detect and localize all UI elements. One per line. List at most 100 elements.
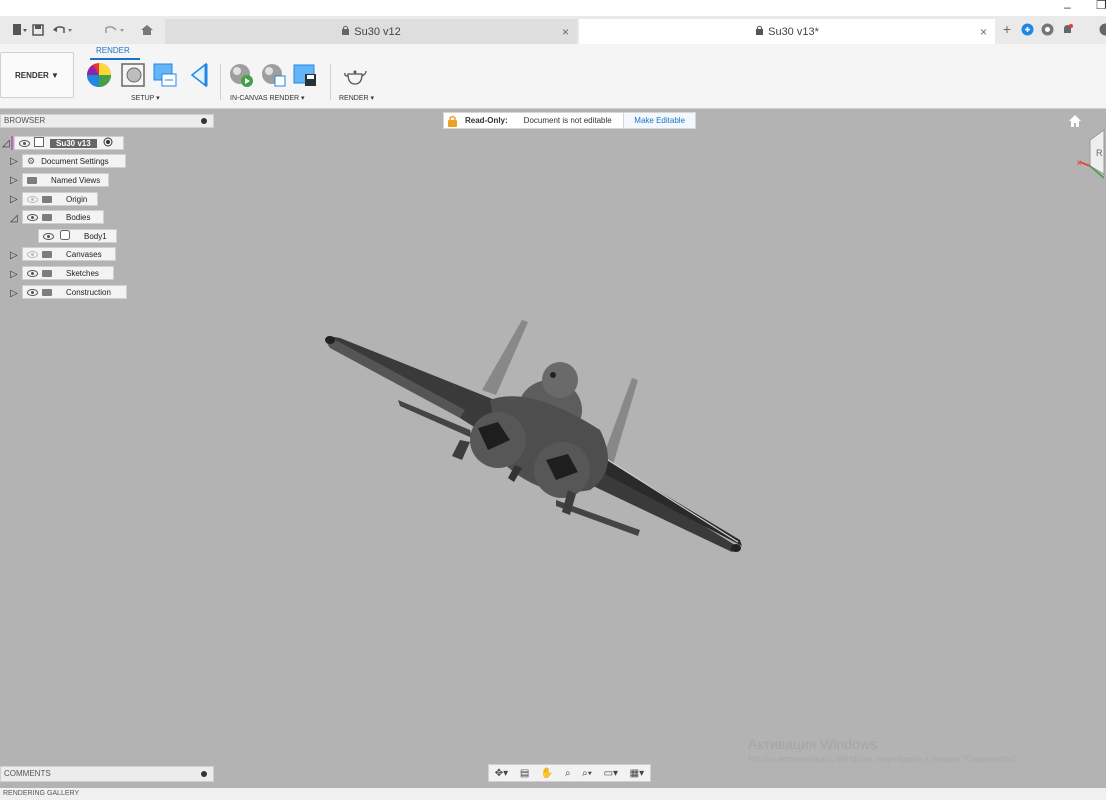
folder-icon (42, 250, 52, 258)
restore-icon[interactable]: ❐ (1096, 0, 1106, 12)
title-bar: – ❐ (0, 0, 1106, 16)
collapsed-triangle-icon[interactable]: ▷ (10, 289, 20, 299)
tree-node-named-views[interactable]: Named Views (22, 173, 109, 187)
node-label: Document Settings (41, 156, 109, 166)
zoom-icon[interactable]: ⌕ (565, 768, 571, 779)
eye-hidden-icon[interactable] (26, 195, 38, 203)
tab-su30-v12[interactable]: Su30 v12 × (165, 19, 577, 44)
save-button[interactable] (32, 22, 44, 38)
collapsed-triangle-icon[interactable]: ▷ (10, 251, 20, 261)
setup-group-label[interactable]: SETUP ▾ (131, 94, 160, 102)
node-label: Named Views (51, 175, 101, 185)
tree-node-canvases[interactable]: Canvases (22, 247, 116, 261)
eye-icon[interactable] (26, 288, 38, 296)
redo-button[interactable] (104, 22, 126, 38)
lock-icon (755, 25, 764, 38)
file-icon (13, 24, 27, 35)
collapse-dot-icon[interactable] (201, 118, 207, 124)
close-tab-icon[interactable]: × (980, 25, 987, 39)
undo-button[interactable] (52, 22, 74, 38)
su30-aircraft-model[interactable] (300, 300, 770, 580)
node-label: Canvases (66, 249, 102, 259)
tab-render[interactable]: RENDER (96, 46, 130, 55)
tree-node-origin[interactable]: Origin (22, 192, 98, 206)
tree-expand-document-settings[interactable]: ▷ (10, 155, 20, 169)
activate-radio-icon[interactable] (103, 137, 113, 149)
comments-panel-header[interactable]: COMMENTS (0, 766, 214, 782)
tree-expand-origin[interactable]: ▷ (10, 193, 20, 207)
job-status-icon[interactable] (1040, 22, 1054, 36)
node-label: Sketches (66, 268, 99, 278)
help-icon[interactable] (1098, 22, 1106, 36)
eye-hidden-icon[interactable] (26, 250, 38, 258)
capture-image-icon[interactable] (292, 62, 318, 88)
in-canvas-settings-icon[interactable] (260, 62, 286, 88)
browser-panel-header[interactable]: BROWSER (0, 114, 214, 128)
pan-hand-icon[interactable]: ✋ (541, 768, 553, 779)
left-vertical-stabilizer (482, 320, 528, 395)
texture-map-icon[interactable] (152, 62, 178, 88)
redo-icon (105, 26, 124, 33)
in-canvas-render-group-label[interactable]: IN-CANVAS RENDER ▾ (230, 94, 305, 102)
appearance-icon[interactable] (86, 62, 112, 88)
folder-icon (27, 176, 37, 184)
gear-icon: ⚙ (27, 155, 36, 166)
display-settings-icon[interactable]: ▭▾ (604, 768, 618, 779)
tree-expand-canvases[interactable]: ▷ (10, 249, 20, 263)
read-only-bar: Read-Only: Document is not editable Make… (443, 112, 696, 129)
view-cube[interactable]: R x (1076, 128, 1106, 191)
render-group-label[interactable]: RENDER ▾ (339, 94, 374, 102)
tree-expand-construction[interactable]: ▷ (10, 287, 20, 301)
node-label: Construction (66, 287, 111, 297)
tree-node-body1[interactable]: Body1 (38, 229, 117, 243)
orbit-icon[interactable]: ✥▾ (495, 768, 508, 779)
tree-node-construction[interactable]: Construction (22, 285, 127, 299)
workspace-switcher[interactable]: RENDER ▼ (0, 52, 74, 98)
teapot-render-icon[interactable] (342, 62, 368, 88)
eye-icon[interactable] (18, 139, 30, 147)
new-tab-button[interactable]: + (1000, 21, 1014, 37)
tree-expand-bodies[interactable]: ◿ (10, 212, 20, 226)
tree-expand-named-views[interactable]: ▷ (10, 174, 20, 188)
grid-settings-icon[interactable]: ▦▾ (630, 768, 644, 779)
zoom-window-icon[interactable]: ⌕▾ (582, 768, 592, 779)
browser-title: BROWSER (4, 116, 46, 125)
file-menu-button[interactable] (12, 22, 28, 38)
cockpit-canopy (542, 362, 578, 398)
rendering-gallery-bar[interactable]: RENDERING GALLERY (0, 788, 1106, 800)
tree-expand-sketches[interactable]: ▷ (10, 268, 20, 282)
expanded-triangle-icon[interactable]: ◿ (10, 214, 20, 224)
eye-icon[interactable] (42, 232, 54, 240)
collapsed-triangle-icon[interactable]: ▷ (10, 176, 20, 186)
lock-icon (341, 25, 350, 38)
tab-su30-v13[interactable]: Su30 v13* × (579, 19, 995, 44)
comments-title: COMMENTS (4, 769, 51, 778)
root-label: Su30 v13 (50, 138, 97, 148)
scene-settings-icon[interactable] (120, 62, 146, 88)
left-wing-edge (326, 336, 465, 418)
rendering-gallery-title: RENDERING GALLERY (3, 790, 80, 797)
collapsed-triangle-icon[interactable]: ▷ (10, 157, 20, 167)
windows-activation-subtitle: Чтобы активировать Windows, перейдите в … (748, 754, 1020, 764)
lock-icon (447, 115, 459, 127)
close-tab-icon[interactable]: × (562, 25, 569, 39)
tree-node-bodies[interactable]: Bodies (22, 210, 104, 224)
home-button[interactable] (140, 22, 154, 38)
body-icon (60, 230, 70, 242)
eye-icon[interactable] (26, 213, 38, 221)
collapsed-triangle-icon[interactable]: ▷ (10, 270, 20, 280)
svg-text:x: x (1077, 158, 1081, 167)
collapsed-triangle-icon[interactable]: ▷ (10, 195, 20, 205)
look-at-icon[interactable]: ▤ (520, 768, 529, 779)
tree-node-document-settings[interactable]: ⚙ Document Settings (22, 154, 126, 168)
extensions-icon[interactable] (1020, 22, 1034, 36)
notifications-icon[interactable] (1060, 22, 1074, 36)
make-editable-button[interactable]: Make Editable (623, 113, 695, 128)
comments-toggle-dot-icon[interactable] (201, 771, 207, 777)
in-canvas-render-icon[interactable] (228, 62, 254, 88)
decal-icon[interactable] (186, 62, 212, 88)
tree-node-sketches[interactable]: Sketches (22, 266, 114, 280)
eye-icon[interactable] (26, 269, 38, 277)
minimize-button[interactable]: – (1064, 0, 1071, 14)
tree-root-node[interactable]: Su30 v13 (14, 136, 124, 150)
